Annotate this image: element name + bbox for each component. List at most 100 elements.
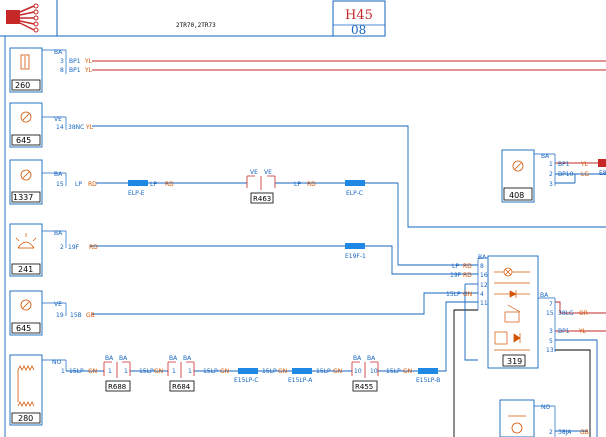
page-code: H45 [345,8,373,23]
wire-code: LP [150,181,157,188]
splice-E15LP-C[interactable]: E15LP-C [234,368,259,384]
wire-color: GN [88,368,97,375]
wire-code: LP [294,181,301,188]
component-bottom-partial[interactable]: NO 2 38JA GB [499,399,589,437]
connector-R455[interactable]: BA BA 10 10 R455 15LP GN [351,355,412,392]
pin-number: 10 [370,368,378,375]
pin-number: 19 [56,312,64,319]
wire-color: GB [580,429,589,436]
component-408[interactable]: 408 BA 1 2 3 BP1 YL BP10 LG E8 [501,149,606,203]
wire-color: OR [579,310,588,317]
pin-number: 15 [56,181,64,188]
pin-number: 8 [60,67,64,74]
wire-color: RD [307,181,316,188]
component-id: 1337 [13,193,33,202]
component-id: 319 [507,357,522,366]
component-id: 645 [16,136,31,145]
wire-color: YL [85,124,94,131]
pin-number: 1 [172,368,176,375]
connector-R688[interactable]: BA BA 1 1 R688 15LP GN [103,355,163,392]
wire-code: 19F [450,272,462,279]
splice-label: ELP-C [346,190,363,197]
wire-color: YL [84,67,93,74]
component-319[interactable]: 319 BA BA 8 16 12 4 11 LP RD 19F RD 15LP… [446,254,588,369]
component-id: 408 [509,191,524,200]
component-id: 645 [16,324,31,333]
pin-number: 3 [60,58,64,65]
component-645-b[interactable]: 645 VE 19 15B GB [9,290,95,336]
wire-code: 38JA [558,429,572,436]
wire-code: BP1 [69,67,81,74]
splice-ELP-E[interactable]: ELP-E [128,180,148,197]
pin-number: 1 [108,368,112,375]
wire-color: RD [463,263,472,270]
component-260[interactable]: 260 BA 3 8 BP1 YL BP1 YL [9,47,93,93]
splice-E15LP-A[interactable]: E15LP-A [288,368,313,384]
pin-label: NO [541,404,550,411]
pin-label: BA [54,171,63,178]
wire-code: 15B [70,312,82,319]
splice-label: ELP-E [128,190,145,197]
connector-pin-label: BA [353,355,362,362]
pin-label: BA [54,49,63,56]
wire-color: GN [403,368,412,375]
pin-number: 12 [480,282,488,289]
pin-number: 14 [56,124,64,131]
pin-number: 16 [480,272,488,279]
wire-code: 15LP [446,291,461,298]
wire-color: RD [89,244,98,251]
wire-color: LG [581,171,589,178]
splice-ELP-C[interactable]: ELP-C [345,180,365,197]
wire-code: LP [75,181,82,188]
edge-label: E8 [599,170,606,177]
wiring-diagram: 2TR70,2TR73 H45 08 260 BA 3 8 BP1 YL BP1… [0,0,606,437]
connector-id: R455 [355,383,373,391]
wire-color: GN [154,368,163,375]
connector-R463[interactable]: VE VE R463 [246,169,276,204]
wire-color: GN [278,368,287,375]
wire-color: YL [84,58,93,65]
pin-number: 3 [549,181,553,188]
splice-label: E19F-1 [345,253,366,260]
splice-label: E15LP-C [234,377,259,384]
pin-number: 13 [546,347,554,354]
pin-number: 5 [549,338,553,345]
wire-color: GN [333,368,342,375]
connector-id: R688 [108,383,126,391]
wire-code: 15LP [386,368,401,375]
pin-label: BA [541,153,550,160]
wire-color: YL [578,328,587,335]
pin-number: 2 [60,244,64,251]
component-id: 241 [18,265,33,274]
vehicle-codes: 2TR70,2TR73 [176,22,216,29]
splices: ELP-E ELP-C E19F-1 E15LP-C E15LP-A E15LP… [128,180,440,384]
component-280[interactable]: 280 NO 1 15LP GN [9,354,97,426]
component-id: 280 [18,414,33,423]
wire-color: GN [220,368,229,375]
connector-pin-label: BA [105,355,114,362]
header: 2TR70,2TR73 H45 08 [0,0,606,37]
component-id: 260 [15,81,30,90]
connector-id: R684 [172,383,191,391]
wire-code: 15LP [316,368,331,375]
splice-E15LP-B[interactable]: E15LP-B [416,368,440,384]
pin-number: 3 [549,328,553,335]
splice-E19F-1[interactable]: E19F-1 [345,243,366,260]
wire-color: RD [88,181,97,188]
wire-code: 15LP [203,368,218,375]
pin-label: BA [54,230,63,237]
pin-number: 1 [549,161,553,168]
wire-color: GB [86,312,95,319]
component-241[interactable]: 241 BA 2 19F RD [9,223,98,277]
pin-label: VE [54,116,62,123]
wire-code: BP1 [558,328,570,335]
inline-connectors: VE VE R463 BA BA 1 1 R688 15LP GN BA BA … [103,169,412,392]
connector-id: R463 [253,195,271,203]
wire-color: YL [580,161,589,168]
pin-number: 1 [188,368,192,375]
component-645[interactable]: 645 VE 14 38NC YL [9,102,94,148]
splice-label: E15LP-A [288,377,313,384]
pin-label: VE [54,301,62,308]
pin-label: NO [52,359,61,366]
pin-number: 1 [61,368,65,375]
